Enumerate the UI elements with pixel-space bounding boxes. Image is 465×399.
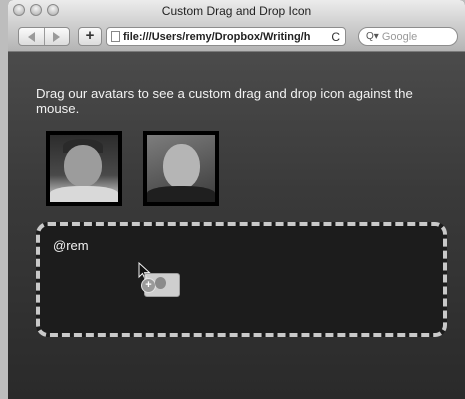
reload-icon[interactable]: C xyxy=(331,30,340,44)
forward-button[interactable] xyxy=(43,28,70,45)
browser-window: Custom Drag and Drop Icon + file:///User… xyxy=(8,0,465,399)
plus-badge-icon: + xyxy=(141,278,156,293)
page-icon xyxy=(111,31,120,42)
search-placeholder: Google xyxy=(381,30,418,43)
page-content: Drag our avatars to see a custom drag an… xyxy=(8,52,465,399)
back-arrow-icon xyxy=(27,31,35,42)
window-title: Custom Drag and Drop Icon xyxy=(161,4,312,18)
address-bar[interactable]: file:///Users/remy/Dropbox/Writing/h C xyxy=(106,27,346,46)
avatar-shirt xyxy=(50,186,118,202)
intro-text: Drag our avatars to see a custom drag an… xyxy=(36,86,413,116)
drop-zone[interactable]: @rem xyxy=(36,222,447,337)
url-text[interactable]: file:///Users/remy/Dropbox/Writing/h xyxy=(123,31,326,43)
avatar-remy[interactable] xyxy=(46,131,122,206)
avatar-shirt xyxy=(147,186,215,202)
back-button[interactable] xyxy=(19,28,44,45)
search-icon: Q▾ xyxy=(366,31,379,42)
add-bookmark-button[interactable]: + xyxy=(78,27,102,46)
forward-arrow-icon xyxy=(53,31,61,42)
drag-avatar-thumbnail xyxy=(155,277,166,289)
drop-zone-text: @rem xyxy=(53,238,89,253)
avatar-head xyxy=(163,144,200,189)
nav-buttons xyxy=(18,27,70,46)
search-input[interactable]: Q▾ Google xyxy=(358,27,458,46)
avatar-second[interactable] xyxy=(143,131,219,206)
browser-toolbar: + file:///Users/remy/Dropbox/Writing/h C… xyxy=(8,22,465,52)
avatar-photo xyxy=(50,135,118,202)
title-bar: Custom Drag and Drop Icon xyxy=(8,0,465,22)
avatar-head xyxy=(64,145,102,187)
avatar-photo xyxy=(147,135,215,202)
